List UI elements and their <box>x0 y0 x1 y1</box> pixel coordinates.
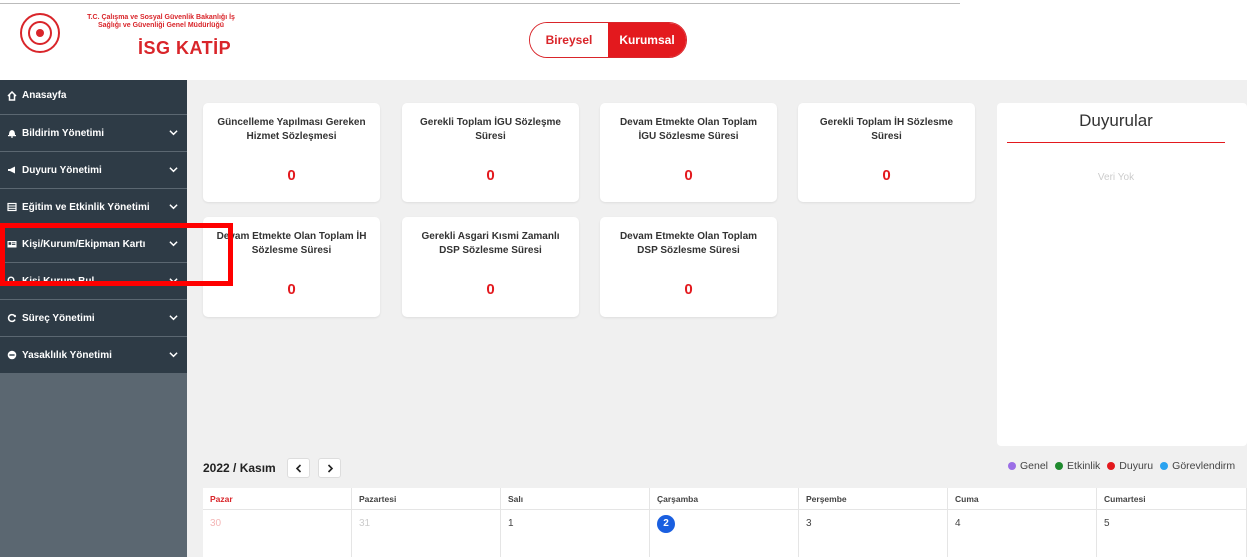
stat-title: Gerekli Asgari Kısmi Zamanlı DSP Sözlesm… <box>421 231 560 256</box>
ministry-line-2: Sağlığı ve Güvenliği Genel Müdürlüğü <box>97 22 224 29</box>
legend-label: Etkinlik <box>1067 460 1101 472</box>
legend-item-duyuru[interactable]: Duyuru <box>1107 460 1153 472</box>
switch-bireysel[interactable]: Bireysel <box>530 23 608 57</box>
stat-title: Devam Etmekte Olan Toplam DSP Sözlesme S… <box>619 231 758 256</box>
legend-label: Duyuru <box>1119 460 1154 472</box>
sidebar-item-label: Bildirim Yönetimi <box>22 127 105 139</box>
calendar-day-cell[interactable]: 31 <box>352 510 501 557</box>
stat-card[interactable]: Gerekli Toplam İH Sözlesme Süresi 0 <box>798 103 975 202</box>
announcements-divider <box>1007 142 1225 143</box>
calendar-date: 31 <box>359 518 371 529</box>
highlight-box <box>0 223 233 286</box>
stat-card[interactable]: Gerekli Toplam İGU Sözleşme Süresi 0 <box>402 103 579 202</box>
sidebar-item-label: Anasayfa <box>22 90 67 101</box>
calendar-next-button[interactable] <box>318 458 341 478</box>
legend-dot <box>1008 462 1016 470</box>
header-top-border <box>0 3 960 4</box>
minus-circle-icon <box>7 350 17 360</box>
sidebar-item-duyuru[interactable]: Duyuru Yönetimi <box>0 152 187 189</box>
calendar-date: 3 <box>806 518 812 529</box>
refresh-icon <box>7 313 17 323</box>
calendar-day-cell[interactable]: 1 <box>501 510 650 557</box>
calendar-day-header: Cumartesi <box>1097 488 1247 510</box>
sidebar-item-surec[interactable]: Süreç Yönetimi <box>0 300 187 337</box>
chevron-down-icon[interactable] <box>169 313 178 322</box>
sidebar-item-anasayfa[interactable]: Anasayfa <box>0 80 187 115</box>
stat-value: 0 <box>882 167 891 184</box>
stat-title: Devam Etmekte Olan Toplam İH Sözlesme Sü… <box>216 231 367 256</box>
chevron-left-icon <box>295 463 301 473</box>
user-type-switch[interactable]: Bireysel Kurumsal <box>529 22 687 58</box>
stat-card[interactable]: Gerekli Asgari Kısmi Zamanlı DSP Sözlesm… <box>402 217 579 317</box>
calendar-day-cell[interactable]: 30 <box>203 510 352 557</box>
stat-title: Devam Etmekte Olan Toplam İGU Sözlesme S… <box>619 117 758 142</box>
chevron-down-icon[interactable] <box>169 350 178 359</box>
chevron-down-icon[interactable] <box>169 202 178 211</box>
calendar-day-header: Cuma <box>948 488 1097 510</box>
bell-icon <box>7 128 17 138</box>
legend-dot <box>1107 462 1116 470</box>
ministry-logo[interactable] <box>20 13 60 53</box>
brand-title[interactable]: İSG KATİP <box>138 38 231 59</box>
home-icon <box>7 90 17 101</box>
calendar-day-header: Pazar <box>203 488 352 510</box>
stat-value: 0 <box>684 281 693 298</box>
stat-title: Güncelleme Yapılması Gereken Hizmet Sözl… <box>217 117 366 142</box>
month-calendar: Pazar Pazartesi Salı Çarşamba Perşembe C… <box>203 488 1247 557</box>
legend-dot <box>1160 462 1169 470</box>
legend-item-gorevlendirme[interactable]: Görevlendirm <box>1160 460 1235 472</box>
stat-value: 0 <box>486 281 495 298</box>
chevron-down-icon[interactable] <box>169 128 178 137</box>
sidebar: Anasayfa Bildirim Yönetimi Duyuru Yöneti… <box>0 80 187 557</box>
stat-value: 0 <box>287 167 296 184</box>
main-content: Güncelleme Yapılması Gereken Hizmet Sözl… <box>187 80 1247 557</box>
calendar-date: 4 <box>955 518 961 529</box>
calendar-legend: Genel Etkinlik Duyuru Görevlendirm <box>1008 460 1242 472</box>
calendar-day-header: Perşembe <box>799 488 948 510</box>
sidebar-item-egitim[interactable]: Eğitim ve Etkinlik Yönetimi <box>0 189 187 226</box>
calendar-date: 30 <box>210 518 222 529</box>
stat-card[interactable]: Devam Etmekte Olan Toplam İGU Sözlesme S… <box>600 103 777 202</box>
calendar-day-header: Çarşamba <box>650 488 799 510</box>
stat-title: Gerekli Toplam İH Sözlesme Süresi <box>819 117 954 142</box>
calendar-month-title: 2022 / Kasım <box>203 461 276 475</box>
legend-item-etkinlik[interactable]: Etkinlik <box>1055 460 1100 472</box>
chevron-down-icon[interactable] <box>169 165 178 174</box>
ministry-line-1: T.C. Çalışma ve Sosyal Güvenlik Bakanlığ… <box>87 14 235 21</box>
ministry-name: T.C. Çalışma ve Sosyal Güvenlik Bakanlığ… <box>66 14 256 30</box>
calendar-date: 1 <box>508 518 514 529</box>
calendar-day-cell-today[interactable]: 2 <box>650 510 799 557</box>
calendar-day-cell[interactable]: 4 <box>948 510 1097 557</box>
top-header: T.C. Çalışma ve Sosyal Güvenlik Bakanlığ… <box>0 0 1247 80</box>
stat-value: 0 <box>684 167 693 184</box>
sidebar-item-label: Eğitim ve Etkinlik Yönetimi <box>22 201 150 213</box>
legend-label: Genel <box>1020 460 1049 472</box>
stat-value: 0 <box>486 167 495 184</box>
chevron-right-icon <box>327 463 333 473</box>
calendar-day-cell[interactable]: 3 <box>799 510 948 557</box>
legend-item-genel[interactable]: Genel <box>1008 460 1048 472</box>
sidebar-item-bildirim[interactable]: Bildirim Yönetimi <box>0 115 187 152</box>
stat-card[interactable]: Devam Etmekte Olan Toplam DSP Sözlesme S… <box>600 217 777 317</box>
stat-title: Gerekli Toplam İGU Sözleşme Süresi <box>420 117 561 142</box>
legend-label: Görevlendirm <box>1172 460 1236 472</box>
legend-dot <box>1055 462 1064 470</box>
sidebar-item-label: Duyuru Yönetimi <box>22 164 102 176</box>
announcements-empty-text: Veri Yok <box>1097 172 1135 183</box>
calendar-day-header: Pazartesi <box>352 488 501 510</box>
calendar-day-header: Salı <box>501 488 650 510</box>
switch-kurumsal[interactable]: Kurumsal <box>608 23 686 57</box>
announcements-panel: Duyurular Veri Yok <box>997 103 1247 446</box>
sidebar-item-yasaklilik[interactable]: Yasaklılık Yönetimi <box>0 337 187 374</box>
sidebar-item-label: Süreç Yönetimi <box>22 312 95 324</box>
megaphone-icon <box>7 165 17 175</box>
announcements-title: Duyurular <box>1079 111 1153 130</box>
stat-card[interactable]: Güncelleme Yapılması Gereken Hizmet Sözl… <box>203 103 380 202</box>
calendar-date: 5 <box>1104 518 1110 529</box>
calendar-grid-icon <box>7 202 17 212</box>
calendar-prev-button[interactable] <box>287 458 310 478</box>
sidebar-item-label: Yasaklılık Yönetimi <box>22 349 112 361</box>
calendar-today-badge: 2 <box>657 515 675 533</box>
calendar-day-cell[interactable]: 5 <box>1097 510 1247 557</box>
